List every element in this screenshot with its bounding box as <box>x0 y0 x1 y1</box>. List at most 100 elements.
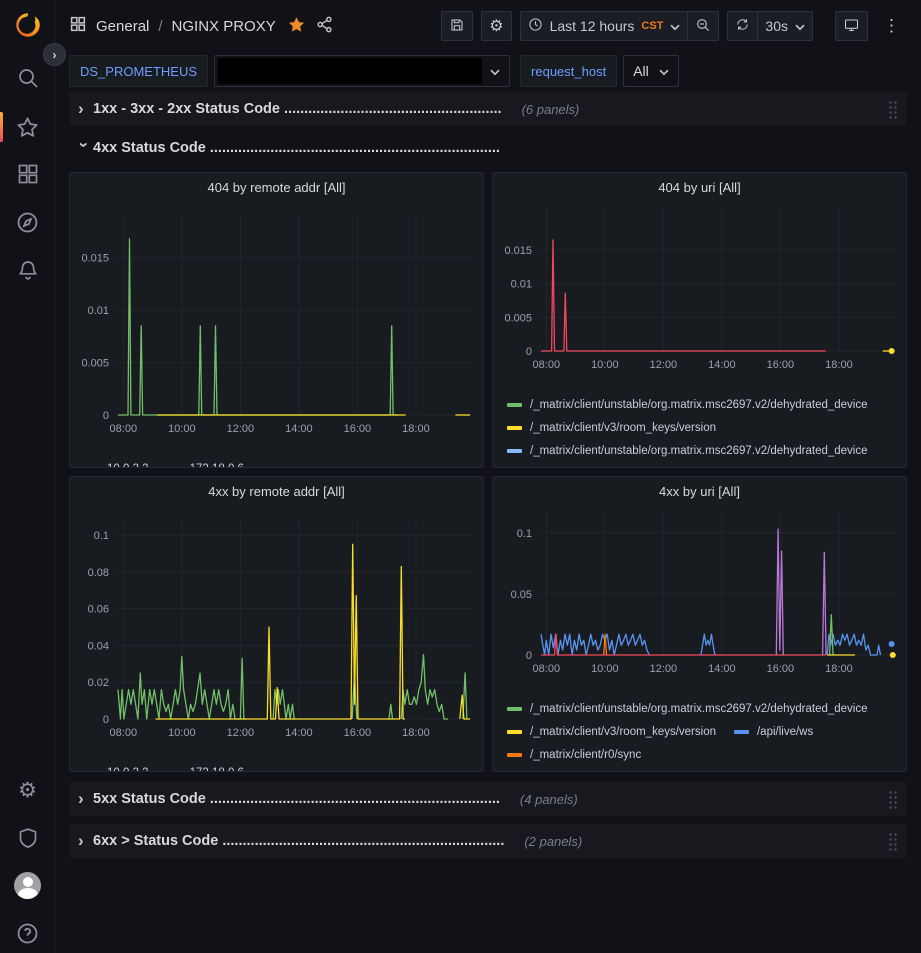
title-dots: ........................................… <box>210 791 500 807</box>
legend-item[interactable]: /_matrix/client/unstable/org.matrix.msc2… <box>507 445 868 457</box>
variable-value: All <box>633 63 649 79</box>
user-avatar[interactable] <box>0 869 55 901</box>
chart-404-by-remote-addr[interactable]: 08:0010:0012:0014:0016:0018:0000.0050.01… <box>70 199 483 451</box>
legend-label: /_matrix/client/unstable/org.matrix.msc2… <box>530 703 868 715</box>
svg-text:0.005: 0.005 <box>504 312 532 324</box>
sidebar-expand-button[interactable]: › <box>43 43 66 66</box>
svg-text:08:00: 08:00 <box>533 359 561 371</box>
legend-item[interactable]: /_matrix/client/unstable/org.matrix.msc2… <box>507 703 868 715</box>
legend-label: /_matrix/client/unstable/org.matrix.msc2… <box>530 399 868 411</box>
legend-item[interactable]: /api/live/ws <box>734 726 813 738</box>
row-drag-handle[interactable] <box>888 832 898 851</box>
chart-4xx-by-remote-addr[interactable]: 08:0010:0012:0014:0016:0018:0000.020.040… <box>70 503 483 755</box>
legend-item[interactable]: /_matrix/client/v3/room_keys/version <box>507 422 716 434</box>
panel-title[interactable]: 4xx by remote addr [All] <box>70 477 483 503</box>
legend-row: /_matrix/client/unstable/org.matrix.msc2… <box>507 697 906 720</box>
legend-swatch <box>507 753 522 757</box>
chevron-right-icon: › <box>78 99 93 119</box>
svg-text:10:00: 10:00 <box>591 359 619 371</box>
alerting-bell-icon[interactable] <box>0 254 55 286</box>
dashboards-icon[interactable] <box>0 158 55 190</box>
search-icon[interactable] <box>0 62 55 94</box>
svg-text:08:00: 08:00 <box>110 423 138 435</box>
row-drag-handle[interactable] <box>888 100 898 119</box>
legend-item[interactable]: 10.0.3.2 <box>84 767 149 772</box>
time-range-picker[interactable]: Last 12 hours CST <box>520 11 689 41</box>
legend-row: /_matrix/client/v3/room_keys/version/sw.… <box>507 462 906 467</box>
panel-4xx-by-uri: 4xx by uri [All] 08:0010:0012:0014:0016:… <box>492 476 907 772</box>
panel-count: (4 panels) <box>520 792 578 807</box>
svg-text:0.1: 0.1 <box>94 530 109 542</box>
svg-text:14:00: 14:00 <box>708 663 736 675</box>
variable-value-dropdown[interactable]: All <box>623 55 679 87</box>
chart-legend: 10.0.3.2 172.18.0.6 <box>70 451 483 467</box>
explore-compass-icon[interactable] <box>0 206 55 238</box>
more-options-kebab-icon[interactable]: ⋮ <box>876 11 907 41</box>
variable-value-dropdown[interactable] <box>214 55 510 87</box>
starred-dashboards-icon[interactable] <box>0 111 55 143</box>
panel-404-by-uri: 404 by uri [All] 08:0010:0012:0014:0016:… <box>492 172 907 468</box>
legend-swatch <box>507 707 522 711</box>
legend-label: /_matrix/client/v3/room_keys/version <box>530 726 716 738</box>
favorite-star-icon[interactable] <box>287 15 306 38</box>
dashboard-settings-button[interactable]: ⚙ <box>481 11 511 41</box>
legend-item[interactable]: 172.18.0.6 <box>167 767 244 772</box>
row-drag-handle[interactable] <box>888 790 898 809</box>
legend-item[interactable]: /_matrix/client/r0/sync <box>507 749 641 761</box>
cycle-view-mode-button[interactable] <box>835 11 868 41</box>
panel-title[interactable]: 404 by remote addr [All] <box>70 173 483 199</box>
svg-text:14:00: 14:00 <box>708 359 736 371</box>
svg-text:18:00: 18:00 <box>825 359 853 371</box>
variable-label[interactable]: DS_PROMETHEUS <box>69 55 208 87</box>
legend-item[interactable]: 172.18.0.6 <box>167 463 244 468</box>
legend-row: /_matrix/client/r0/sync <box>507 743 906 766</box>
panel-404-by-remote-addr: 404 by remote addr [All] 08:0010:0012:00… <box>69 172 484 468</box>
chevron-down-icon <box>670 18 680 34</box>
sidebar: › ⚙ <box>0 0 55 953</box>
legend-row: /_matrix/client/v3/room_keys/version/api… <box>507 720 906 743</box>
settings-gear-icon[interactable]: ⚙ <box>0 774 55 806</box>
legend-item[interactable]: /_matrix/client/v3/room_keys/version <box>507 726 716 738</box>
share-icon[interactable] <box>315 15 334 38</box>
row-4xx-status-code[interactable]: › 4xx Status Code ......................… <box>69 134 907 162</box>
row-5xx-status-code[interactable]: › 5xx Status Code ......................… <box>69 782 907 816</box>
legend-item[interactable]: /_matrix/client/unstable/org.matrix.msc2… <box>507 399 868 411</box>
svg-text:16:00: 16:00 <box>344 423 372 435</box>
refresh-interval-dropdown[interactable]: 30s <box>758 11 813 41</box>
panels-grid: 404 by remote addr [All] 08:0010:0012:00… <box>69 172 907 772</box>
svg-text:0.02: 0.02 <box>88 677 109 689</box>
refresh-button[interactable] <box>727 11 758 41</box>
variable-label[interactable]: request_host <box>520 55 617 87</box>
chart-legend: /_matrix/client/unstable/org.matrix.msc2… <box>493 391 906 467</box>
legend-swatch <box>507 403 522 407</box>
grafana-logo-icon[interactable] <box>0 9 55 41</box>
legend-swatch <box>734 730 749 734</box>
legend-label: /api/live/ws <box>757 726 813 738</box>
svg-text:12:00: 12:00 <box>650 663 678 675</box>
legend-item[interactable]: 10.0.3.2 <box>84 463 149 468</box>
dashboards-grid-icon[interactable] <box>69 15 87 37</box>
row-1xx-3xx-2xx-status-code[interactable]: › 1xx - 3xx - 2xx Status Code ..........… <box>69 92 907 126</box>
refresh-interval-value: 30s <box>765 18 788 34</box>
legend-label: /_matrix/client/r0/sync <box>530 749 641 761</box>
chart-4xx-by-uri[interactable]: 08:0010:0012:0014:0016:0018:0000.050.1 <box>493 503 906 695</box>
row-6xx-status-code[interactable]: › 6xx > Status Code ....................… <box>69 824 907 858</box>
svg-text:0.04: 0.04 <box>88 640 109 652</box>
legend-label: /_matrix/client/v3/room_keys/version <box>530 422 716 434</box>
dashboard-header: General / NGINX PROXY ⚙ <box>55 0 921 52</box>
title-dots: ........................................… <box>222 833 504 849</box>
panel-title[interactable]: 404 by uri [All] <box>493 173 906 199</box>
panel-title[interactable]: 4xx by uri [All] <box>493 477 906 503</box>
save-dashboard-button[interactable] <box>441 11 473 41</box>
server-admin-shield-icon[interactable] <box>0 822 55 854</box>
chart-404-by-uri[interactable]: 08:0010:0012:0014:0016:0018:0000.0050.01… <box>493 199 906 391</box>
time-range-label: Last 12 hours <box>550 18 635 34</box>
help-icon[interactable] <box>0 917 55 949</box>
legend-label: 10.0.3.2 <box>107 463 149 468</box>
breadcrumb-section[interactable]: General <box>96 18 149 35</box>
svg-text:08:00: 08:00 <box>110 727 138 739</box>
zoom-out-time-button[interactable] <box>688 11 719 41</box>
title-dots: ........................................… <box>210 140 500 156</box>
svg-text:12:00: 12:00 <box>227 727 255 739</box>
svg-text:0.01: 0.01 <box>511 279 532 291</box>
